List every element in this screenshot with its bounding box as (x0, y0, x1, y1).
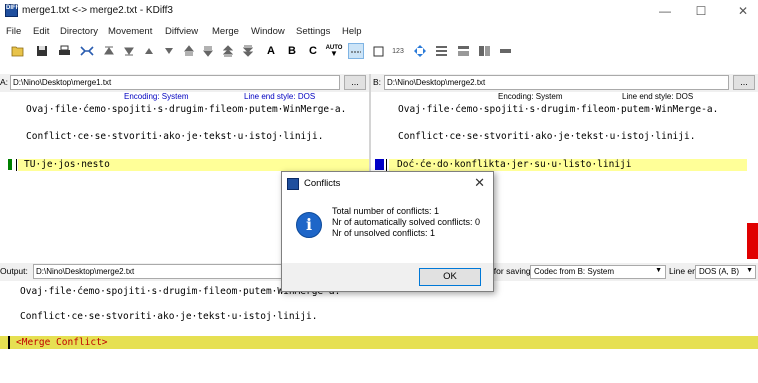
pane-a-label: A: (0, 77, 9, 87)
output-marker-bar (8, 336, 10, 349)
prev-unsolved-icon[interactable] (220, 43, 236, 59)
toolbar: A B C AUTO ▼ 123 (0, 40, 758, 62)
output-text[interactable]: Ovaj·file·ćemo·spojiti·s·drugim·fileom·p… (0, 282, 758, 383)
pane-b-marker-bar (386, 159, 387, 171)
pane-b-header: B: D:\Nino\Desktop\merge2.txt ... (371, 74, 758, 92)
auto-arrows: ▼ (330, 49, 338, 58)
encoding-select-value: Codec from B: System (534, 267, 615, 276)
encoding-select[interactable]: Codec from B: System ▼ (530, 265, 666, 279)
ok-button[interactable]: OK (419, 268, 481, 286)
menu-merge[interactable]: Merge (212, 26, 239, 37)
output-path-field[interactable]: D:\Nino\Desktop\merge2.txt (33, 264, 283, 279)
dialog-close-button[interactable]: ✕ (474, 175, 485, 191)
save-icon[interactable] (34, 43, 50, 59)
prev-conflict-icon[interactable] (181, 43, 197, 59)
chevron-down-icon: ▼ (655, 267, 662, 274)
pane-a-diff-marker (8, 159, 12, 170)
split-icon[interactable] (455, 43, 471, 59)
merge-conflict-text: <Merge Conflict> (16, 337, 108, 348)
minimize-button[interactable]: — (652, 2, 678, 20)
word-wrap-icon[interactable] (412, 43, 428, 59)
dialog-title-bar: Conflicts ✕ (282, 172, 493, 196)
minus-icon[interactable] (497, 43, 513, 59)
overview-icon[interactable] (433, 43, 449, 59)
next-conflict-icon[interactable] (200, 43, 216, 59)
pane-b-browse-button[interactable]: ... (733, 75, 755, 90)
pane-a-line-3: Conflict·ce·se·stvoriti·ako·je·tekst·u·i… (26, 131, 324, 142)
pane-a-marker-bar (16, 159, 17, 171)
pane-a-header: A: D:\Nino\Desktop\merge1.txt ... (0, 74, 369, 92)
dialog-footer: OK (282, 263, 493, 291)
bottom-icon[interactable] (121, 43, 137, 59)
auto-solved-conflicts-text: Nr of automatically solved conflicts: 0 (332, 217, 481, 227)
pane-b-line-3: Conflict·ce·se·stvoriti·ako·je·tekst·u·i… (398, 131, 696, 142)
close-button[interactable]: ✕ (730, 2, 756, 20)
pane-b-encoding: Encoding: System (498, 92, 563, 101)
pane-a-diff-line: TU·je·jos·nesto (18, 159, 369, 171)
kdiff3-app-icon: DIFF (5, 4, 19, 17)
pane-a-line-1: Ovaj·file·ćemo·spojiti·s·drugim·fileom·p… (26, 104, 347, 115)
pane-a-line-end: Line end style: DOS (244, 92, 316, 101)
pane-a-browse-button[interactable]: ... (344, 75, 366, 90)
pane-a-encoding: Encoding: System (124, 92, 189, 101)
next-unsolved-icon[interactable] (240, 43, 256, 59)
pane-b-path-field[interactable]: D:\Nino\Desktop\merge2.txt (384, 75, 729, 90)
kdiff3-app-icon (287, 178, 299, 190)
menu-file[interactable]: File (6, 26, 21, 37)
line-end-select-value: DOS (A, B) (699, 267, 740, 276)
select-c-icon[interactable]: C (305, 43, 321, 59)
window-title: merge1.txt <-> merge2.txt - KDiff3 (22, 5, 173, 16)
pane-b-label: B: (373, 77, 382, 87)
auto-advance-icon[interactable]: AUTO ▼ (326, 43, 343, 59)
top-icon[interactable] (101, 43, 117, 59)
show-whitespace-icon[interactable] (348, 43, 364, 59)
menu-movement[interactable]: Movement (108, 26, 152, 37)
pane-b-diff-marker (375, 159, 384, 170)
dialog-title: Conflicts (304, 178, 341, 189)
pane-b-line-1: Ovaj·file·ćemo·spojiti·s·drugim·fileom·p… (398, 104, 719, 115)
merge-icon[interactable] (79, 43, 95, 59)
menu-window[interactable]: Window (251, 26, 285, 37)
open-icon[interactable] (10, 43, 26, 59)
pane-b-line-end: Line end style: DOS (622, 92, 694, 101)
total-conflicts-text: Total number of conflicts: 1 (332, 206, 440, 216)
show-whitespace-chars-icon[interactable] (370, 43, 386, 59)
pane-a-path-field[interactable]: D:\Nino\Desktop\merge1.txt (10, 75, 340, 90)
unsolved-conflicts-text: Nr of unsolved conflicts: 1 (332, 228, 436, 238)
menu-edit[interactable]: Edit (33, 26, 49, 37)
align-icon[interactable] (476, 43, 492, 59)
menu-help[interactable]: Help (342, 26, 362, 37)
select-a-icon[interactable]: A (263, 43, 279, 59)
maximize-button[interactable]: ☐ (688, 2, 714, 20)
menu-bar: File Edit Directory Movement Diffview Me… (0, 24, 758, 40)
overview-conflict-marker[interactable] (747, 223, 758, 259)
menu-settings[interactable]: Settings (296, 26, 330, 37)
merge-conflict-line[interactable]: <Merge Conflict> (0, 336, 758, 349)
line-numbers-icon[interactable]: 123 (390, 43, 406, 59)
chevron-down-icon: ▼ (746, 267, 753, 274)
next-icon[interactable] (161, 43, 177, 59)
title-bar: DIFF merge1.txt <-> merge2.txt - KDiff3 … (0, 0, 758, 22)
conflicts-dialog: Conflicts ✕ i Total number of conflicts:… (281, 171, 494, 292)
output-line-3: Conflict·ce·se·stvoriti·ako·je·tekst·u·i… (20, 311, 318, 322)
line-end-select[interactable]: DOS (A, B) ▼ (695, 265, 756, 279)
kdiff3-window: DIFF merge1.txt <-> merge2.txt - KDiff3 … (0, 0, 758, 383)
select-b-icon[interactable]: B (284, 43, 300, 59)
prev-icon[interactable] (141, 43, 157, 59)
info-icon: i (296, 212, 322, 238)
pane-b-diff-line: Doć·će·do·konflikta·jer·su·u·listo·linij… (389, 159, 747, 171)
print-icon[interactable] (56, 43, 72, 59)
menu-diffview[interactable]: Diffview (165, 26, 198, 37)
output-label: Output: (0, 266, 28, 276)
menu-directory[interactable]: Directory (60, 26, 98, 37)
